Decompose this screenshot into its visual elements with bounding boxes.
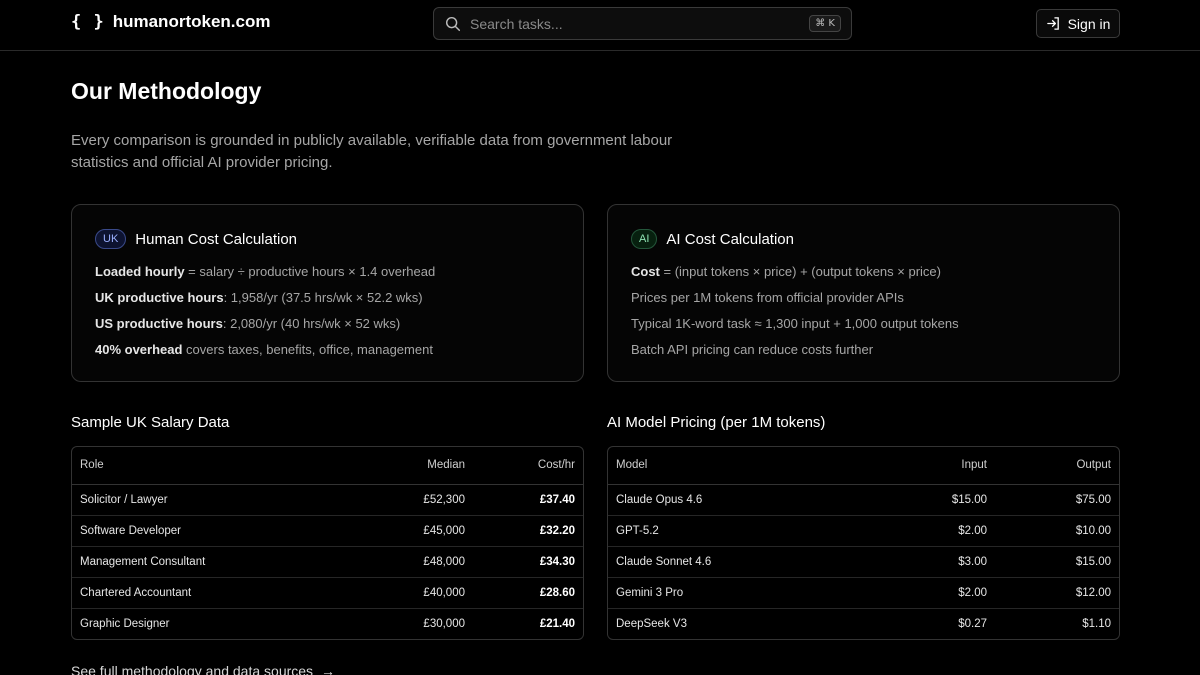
table-cell: $0.27 [958, 617, 987, 630]
salary-table: Role Median Cost/hr Solicitor / Lawyer £5… [71, 446, 584, 640]
table-cell: $12.00 [995, 577, 1119, 609]
table-cell: GPT-5.2 [608, 515, 885, 547]
table-cell: £40,000 [363, 577, 473, 609]
page-title: Our Methodology [71, 78, 262, 104]
sign-in-button[interactable]: Sign in [1036, 9, 1120, 38]
table-cell: £45,000 [363, 515, 473, 547]
table-row: Chartered Accountant £40,000 £28.60 [72, 577, 583, 609]
table-cell: £28.60 [473, 577, 583, 609]
table-header-row: Model Input Output [608, 447, 1119, 485]
card-line: 40% overhead covers taxes, benefits, off… [95, 342, 433, 357]
table-cell: Claude Opus 4.6 [608, 484, 885, 516]
ai-cost-card: AI AI Cost Calculation Cost = (input tok… [607, 204, 1120, 382]
table-row: Graphic Designer £30,000 £21.40 [72, 608, 583, 639]
full-methodology-link[interactable]: See full methodology and data sources → [71, 663, 335, 675]
link-label: See full methodology and data sources [71, 663, 314, 675]
table-cell: Management Consultant [72, 546, 363, 578]
column-header: Output [995, 447, 1119, 485]
table-header-row: Role Median Cost/hr [72, 447, 583, 485]
brand-name: humanortoken.com [112, 12, 271, 31]
card-title: AI Cost Calculation [666, 230, 794, 248]
table-cell: Chartered Accountant [72, 577, 363, 609]
table-row: Claude Opus 4.6 $15.00 $75.00 [608, 484, 1119, 516]
intro-paragraph: Every comparison is grounded in publicly… [71, 132, 673, 171]
table-cell: DeepSeek V3 [616, 617, 687, 630]
table-cell: £32.20 [473, 515, 583, 547]
card-line: Prices per 1M tokens from official provi… [631, 290, 904, 305]
table-cell: $2.00 [885, 577, 995, 609]
table-cell: £52,300 [363, 484, 473, 516]
column-header: Cost/hr [473, 447, 583, 485]
card-line: Loaded hourly = salary ÷ productive hour… [95, 264, 436, 279]
table-row: Gemini 3 Pro $2.00 $12.00 [608, 577, 1119, 609]
salary-section-title: Sample UK Salary Data [71, 414, 230, 431]
uk-badge: UK [95, 229, 127, 249]
card-line: UK productive hours: 1,958/yr (37.5 hrs/… [95, 290, 423, 305]
table-cell: £48,000 [363, 546, 473, 578]
table-cell: Graphic Designer [80, 617, 170, 630]
arrow-right-icon: → [321, 663, 336, 675]
search-icon [445, 16, 461, 31]
table-cell: $3.00 [885, 546, 995, 578]
table-cell: $15.00 [885, 484, 995, 516]
pricing-table: Model Input Output Claude Opus 4.6 $15.00… [607, 446, 1120, 640]
card-line: Batch API pricing can reduce costs furth… [631, 342, 874, 357]
human-cost-card: UK Human Cost Calculation Loaded hourly … [71, 204, 584, 382]
column-header: Model [608, 447, 885, 485]
table-cell: £37.40 [473, 484, 583, 516]
table-cell: $15.00 [995, 546, 1119, 578]
pricing-section-title: AI Model Pricing (per 1M tokens) [607, 414, 826, 431]
column-header: Input [885, 447, 995, 485]
table-row: DeepSeek V3 $0.27 $1.10 [608, 608, 1119, 639]
search-input[interactable]: Search tasks... ⌘ K [433, 7, 852, 40]
column-header: Median [363, 447, 473, 485]
search-placeholder: Search tasks... [470, 15, 563, 32]
table-cell: Solicitor / Lawyer [72, 484, 363, 516]
table-cell: £21.40 [539, 617, 575, 630]
column-header: Role [72, 447, 363, 485]
table-cell: $1.10 [1082, 617, 1111, 630]
table-row: GPT-5.2 $2.00 $10.00 [608, 515, 1119, 547]
sign-in-icon [1046, 17, 1059, 30]
table-cell: $75.00 [995, 484, 1119, 516]
card-line: Cost = (input tokens × price) + (output … [631, 264, 941, 279]
table-row: Solicitor / Lawyer £52,300 £37.40 [72, 484, 583, 516]
ai-badge: AI [631, 229, 658, 249]
card-title: Human Cost Calculation [135, 230, 298, 248]
table-cell: Gemini 3 Pro [608, 577, 885, 609]
table-cell: £30,000 [423, 617, 465, 630]
top-bar: { } humanortoken.com Search tasks... ⌘ K… [0, 0, 1200, 51]
brand-logo-link[interactable]: { } humanortoken.com [71, 12, 270, 32]
table-cell: $10.00 [995, 515, 1119, 547]
table-row: Software Developer £45,000 £32.20 [72, 515, 583, 547]
table-cell: $2.00 [885, 515, 995, 547]
keyboard-shortcut-badge: ⌘ K [809, 15, 841, 32]
braces-icon: { } [71, 12, 105, 32]
table-cell: Software Developer [72, 515, 363, 547]
table-row: Management Consultant £48,000 £34.30 [72, 546, 583, 578]
card-line: US productive hours: 2,080/yr (40 hrs/wk… [95, 316, 401, 331]
table-row: Claude Sonnet 4.6 $3.00 $15.00 [608, 546, 1119, 578]
table-cell: Claude Sonnet 4.6 [608, 546, 885, 578]
card-line: Typical 1K-word task ≈ 1,300 input + 1,0… [631, 316, 959, 331]
sign-in-label: Sign in [1067, 15, 1111, 32]
table-cell: £34.30 [473, 546, 583, 578]
